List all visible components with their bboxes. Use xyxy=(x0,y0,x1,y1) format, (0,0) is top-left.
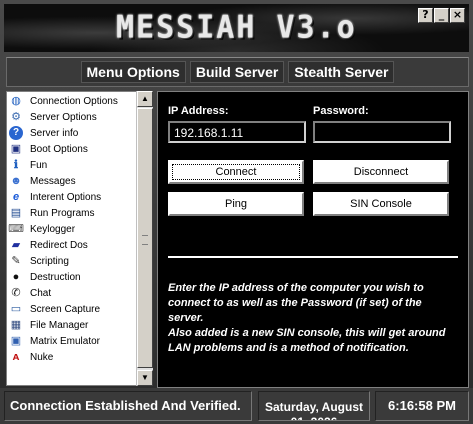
sidebar-scrollbar[interactable]: ▲ ▼ xyxy=(136,91,153,386)
sidebar-item-label: File Manager xyxy=(30,319,89,331)
sidebar-item-server-options[interactable]: ⚙ Server Options xyxy=(9,109,152,125)
title-banner: MESSIAH V3.o ? _ × xyxy=(4,4,469,52)
sidebar-item-label: Fun xyxy=(30,159,48,171)
sidebar-item-matrix-emulator[interactable]: ▣ Matrix Emulator xyxy=(9,333,152,349)
sidebar-item-label: Run Programs xyxy=(30,207,95,219)
boot-icon: ▣ xyxy=(10,143,22,155)
script-icon: ✎ xyxy=(11,255,21,267)
globe-icon: ◍ xyxy=(11,95,21,107)
folder-icon: ▦ xyxy=(10,319,22,331)
app-title: MESSIAH V3.o xyxy=(116,9,357,46)
scroll-down-arrow-icon[interactable]: ▼ xyxy=(137,370,153,386)
sidebar-item-nuke[interactable]: ᴀ Nuke xyxy=(9,349,152,365)
menu-options-tab[interactable]: Menu Options xyxy=(80,61,186,83)
bomb-icon: ● xyxy=(12,271,20,283)
divider xyxy=(168,256,458,258)
user-icon: ☻ xyxy=(10,175,22,187)
status-time: 6:16:58 PM xyxy=(375,391,469,421)
sidebar-item-file-manager[interactable]: ▦ File Manager xyxy=(9,317,152,333)
sidebar-item-fun[interactable]: ℹ Fun xyxy=(9,157,152,173)
matrix-icon: ▣ xyxy=(10,335,22,347)
ip-address-input[interactable]: 192.168.1.11 xyxy=(168,121,306,143)
connection-panel: IP Address: Password: 192.168.1.11 Conne… xyxy=(157,91,469,388)
sidebar-item-internet-options[interactable]: e Interent Options xyxy=(9,189,152,205)
window-controls: ? _ × xyxy=(418,8,465,23)
chat-icon: ✆ xyxy=(11,287,21,299)
sidebar-item-boot-options[interactable]: ▣ Boot Options xyxy=(9,141,152,157)
sidebar-item-keylogger[interactable]: ⌨ Keylogger xyxy=(8,221,152,237)
sidebar-item-label: Screen Capture xyxy=(30,303,101,315)
internet-explorer-icon: e xyxy=(12,191,20,203)
sidebar-item-label: Server Options xyxy=(30,111,97,123)
scroll-thumb[interactable] xyxy=(137,108,153,368)
password-input[interactable] xyxy=(313,121,451,143)
menu-bar: Menu Options Build Server Stealth Server xyxy=(6,57,469,87)
sidebar-item-destruction[interactable]: ● Destruction xyxy=(9,269,152,285)
sidebar-item-server-info[interactable]: ? Server info xyxy=(9,125,152,141)
sidebar-item-label: Messages xyxy=(30,175,76,187)
sidebar-item-connection-options[interactable]: ◍ Connection Options xyxy=(9,93,152,109)
sidebar-item-screen-capture[interactable]: ▭ Screen Capture xyxy=(9,301,152,317)
scroll-up-arrow-icon[interactable]: ▲ xyxy=(137,91,153,107)
window-icon: ▤ xyxy=(10,207,22,219)
sidebar-item-messages[interactable]: ☻ Messages xyxy=(9,173,152,189)
sidebar-item-label: Boot Options xyxy=(30,143,88,155)
sidebar-item-label: Destruction xyxy=(30,271,81,283)
sidebar-item-label: Keylogger xyxy=(30,223,76,235)
disconnect-button[interactable]: Disconnect xyxy=(313,160,449,184)
keyboard-icon: ⌨ xyxy=(8,223,24,235)
status-bar: Connection Established And Verified. Sat… xyxy=(0,388,473,424)
monitor-icon: ▭ xyxy=(10,303,22,315)
options-list: ◍ Connection Options ⚙ Server Options ? Ser… xyxy=(6,91,153,386)
sidebar-item-redirect-dos[interactable]: ▰ Redirect Dos xyxy=(9,237,152,253)
sidebar-item-label: Matrix Emulator xyxy=(30,335,101,347)
build-server-tab[interactable]: Build Server xyxy=(189,61,285,83)
sidebar-item-label: Interent Options xyxy=(30,191,102,203)
main-window: MESSIAH V3.o ? _ × Menu Options Build Se… xyxy=(0,0,473,424)
password-label: Password: xyxy=(313,105,369,117)
sidebar-item-label: Connection Options xyxy=(30,95,118,107)
stealth-server-tab[interactable]: Stealth Server xyxy=(288,61,395,83)
sidebar-item-scripting[interactable]: ✎ Scripting xyxy=(9,253,152,269)
ip-address-label: IP Address: xyxy=(168,105,229,117)
ping-button[interactable]: Ping xyxy=(168,192,304,216)
sidebar-item-run-programs[interactable]: ▤ Run Programs xyxy=(9,205,152,221)
sidebar-item-label: Server info xyxy=(30,127,79,139)
sidebar-item-chat[interactable]: ✆ Chat xyxy=(9,285,152,301)
sidebar-item-label: Nuke xyxy=(30,351,54,363)
sidebar-item-label: Redirect Dos xyxy=(30,239,88,251)
minimize-button[interactable]: _ xyxy=(434,8,449,23)
pdf-icon: ᴀ xyxy=(12,351,20,363)
question-icon: ? xyxy=(9,126,23,140)
help-button[interactable]: ? xyxy=(418,8,433,23)
gear-icon: ⚙ xyxy=(11,111,21,123)
connection-status: Connection Established And Verified. xyxy=(4,391,252,421)
close-button[interactable]: × xyxy=(450,8,465,23)
sidebar-item-label: Scripting xyxy=(30,255,69,267)
sidebar-item-label: Chat xyxy=(30,287,52,299)
book-icon: ▰ xyxy=(11,239,21,251)
description-text: Enter the IP address of the computer you… xyxy=(168,282,446,354)
status-date: Saturday, August 01, 2026 xyxy=(258,391,370,421)
sin-console-button[interactable]: SIN Console xyxy=(313,192,449,216)
connect-button[interactable]: Connect xyxy=(168,160,304,184)
info-icon: ℹ xyxy=(13,159,19,171)
